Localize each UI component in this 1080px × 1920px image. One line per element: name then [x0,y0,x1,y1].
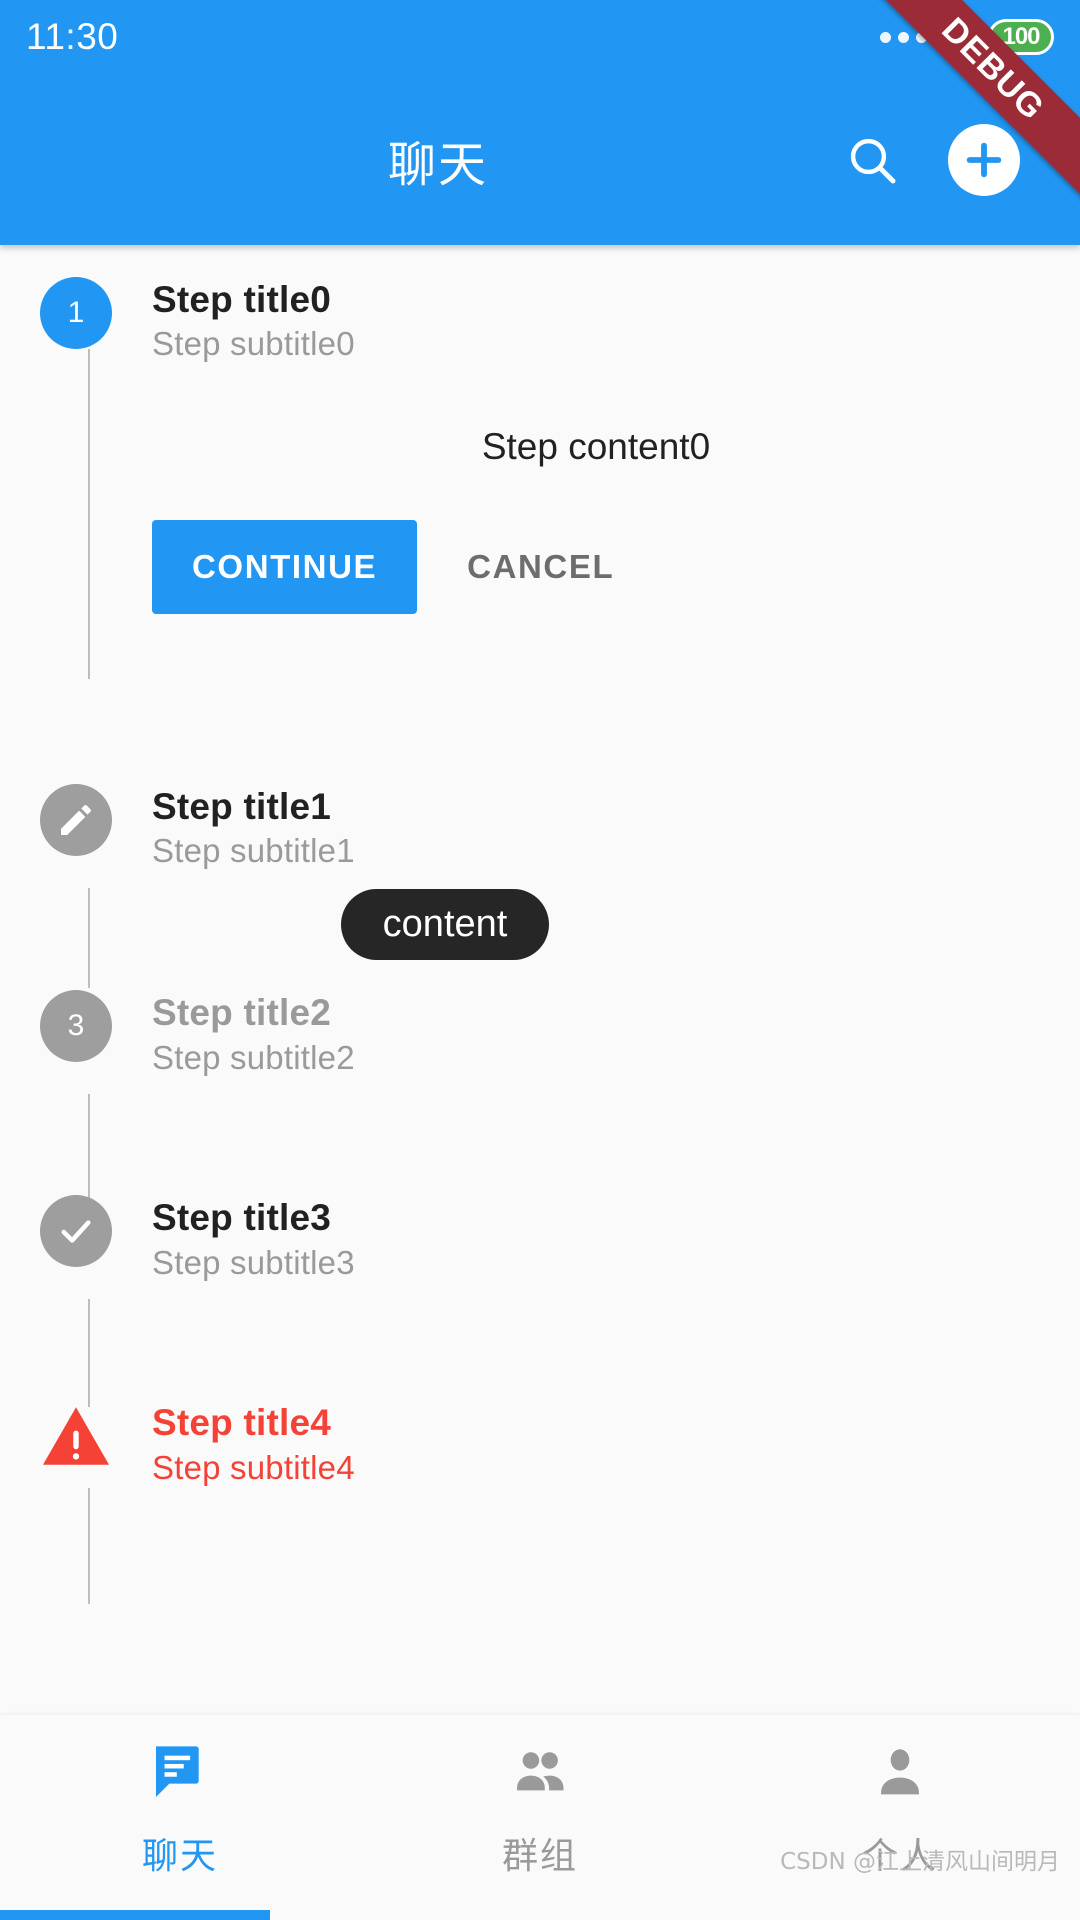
search-button[interactable] [836,124,908,196]
stepper-step-2[interactable]: 3 Step title2 Step subtitle2 [0,960,1080,1203]
warning-triangle-icon [43,1407,109,1465]
step-header[interactable]: Step title4 Step subtitle4 [0,1400,1080,1487]
step-header[interactable]: Step title1 Step subtitle1 [0,784,1080,871]
step-titles: Step title1 Step subtitle1 [152,784,355,871]
plus-icon [966,142,1002,177]
nav-item-group[interactable]: 群组 [360,1715,720,1879]
step-content-tooltip: content [340,889,550,961]
step-subtitle: Step subtitle4 [152,1448,355,1486]
stepper-step-1[interactable]: Step title1 Step subtitle1 content [0,614,1080,989]
watermark-text: CSDN @江上清风山间明月 [780,1849,1060,1875]
marker-column: 3 [0,990,152,1063]
step-actions: CONTINUE CANCEL [152,468,1080,615]
step-content-0: Step content0 CONTINUE CANCEL [0,364,1080,615]
marker-column [0,1195,152,1268]
step-marker-number: 1 [40,277,112,349]
nav-item-chat[interactable]: 聊天 [0,1715,360,1879]
step-subtitle: Step subtitle2 [152,1038,355,1076]
group-people-icon [517,1752,564,1791]
step-marker-error [40,1400,112,1472]
nav-label-group: 群组 [501,1836,578,1877]
edit-icon [61,805,91,836]
bottom-navigation[interactable]: 聊天 群组 个人 [0,1715,1080,1920]
stepper-step-0[interactable]: 1 Step title0 Step subtitle0 Step conten… [0,245,1080,679]
step-subtitle: Step subtitle0 [152,325,355,363]
step-subtitle: Step subtitle1 [152,832,355,870]
step-header[interactable]: Step title3 Step subtitle3 [0,1195,1080,1282]
step-title: Step title4 [152,1402,332,1444]
status-clock: 11:30 [26,16,119,57]
marker-column [0,1400,152,1472]
stepper-body[interactable]: 1 Step title0 Step subtitle0 Step conten… [0,245,1080,1715]
step-marker-edit [40,784,112,857]
step-title: Step title3 [152,1197,332,1239]
cancel-button[interactable]: CANCEL [433,520,648,614]
nav-label-chat: 聊天 [141,1836,218,1877]
app-root: 11:30 100 聊天 DEBUG 1 Step title0 Step su… [0,0,1080,1920]
step-subtitle: Step subtitle3 [152,1243,355,1281]
chat-bubble-icon [156,1746,199,1797]
add-button[interactable] [948,123,1020,196]
step-titles: Step title0 Step subtitle0 [152,277,355,364]
app-bar: 11:30 100 聊天 [0,0,1080,245]
step-marker-number: 3 [40,990,112,1063]
check-icon [61,1220,91,1243]
home-indicator [0,1910,270,1920]
step-content-text: Step content0 [481,426,711,468]
step-titles: Step title3 Step subtitle3 [152,1195,355,1282]
step-header[interactable]: 3 Step title2 Step subtitle2 [0,990,1080,1077]
page-title: 聊天 [387,136,488,193]
step-header[interactable]: 1 Step title0 Step subtitle0 [0,277,1080,364]
step-titles: Step title4 Step subtitle4 [152,1400,355,1487]
step-title: Step title1 [152,786,332,828]
marker-column: 1 [0,277,152,349]
step-titles: Step title2 Step subtitle2 [152,990,355,1077]
step-title: Step title0 [152,279,332,320]
step-marker-complete [40,1195,112,1268]
app-bar-row: 聊天 [0,74,1080,245]
stepper-step-3[interactable]: Step title3 Step subtitle3 [0,1077,1080,1408]
step-title: Step title2 [152,992,332,1034]
step-content-1: content [0,871,1080,961]
step-connector [88,1488,90,1605]
continue-button[interactable]: CONTINUE [152,520,418,615]
search-icon [850,138,896,183]
person-icon [881,1749,919,1795]
marker-column [0,784,152,857]
stepper-step-4[interactable]: Step title4 Step subtitle4 [0,1282,1080,1605]
